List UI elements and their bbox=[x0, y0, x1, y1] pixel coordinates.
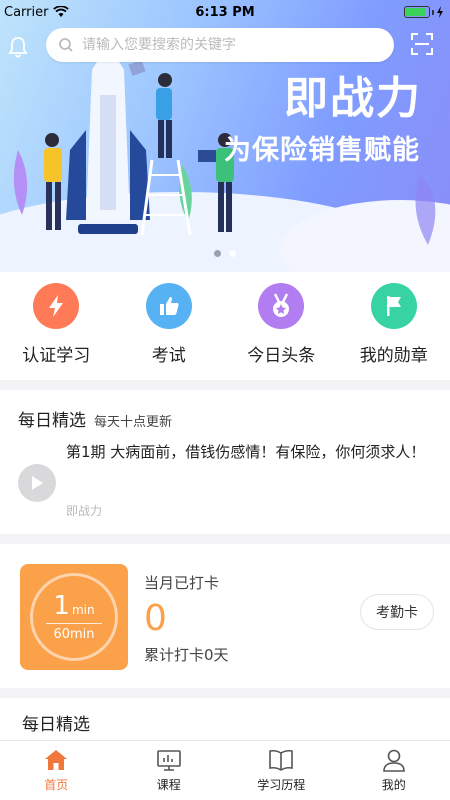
quick-entry-label: 考试 bbox=[151, 346, 186, 366]
ring-top: 1 min bbox=[53, 593, 94, 619]
flag-icon bbox=[386, 296, 401, 316]
top-bar bbox=[0, 26, 450, 66]
banner-pager[interactable] bbox=[0, 250, 450, 257]
user-icon bbox=[382, 749, 405, 772]
carrier-label: Carrier bbox=[4, 4, 49, 20]
quick-entry-label: 认证学习 bbox=[22, 346, 91, 366]
monitor-icon bbox=[156, 750, 181, 771]
wifi-icon bbox=[53, 6, 70, 17]
quick-entry-label: 我的勋章 bbox=[359, 346, 428, 366]
article-title[interactable]: 第1期 大病面前，借钱伤感情！有保险，你何须求人！ bbox=[66, 436, 430, 469]
quick-entry-label: 今日头条 bbox=[247, 346, 316, 366]
section-divider bbox=[0, 688, 450, 698]
search-bar[interactable] bbox=[46, 28, 394, 62]
total-checkin-label: 累计打卡0天 bbox=[144, 646, 229, 664]
book-icon bbox=[269, 749, 294, 771]
daily-title: 每日精选 bbox=[18, 411, 86, 431]
scan-icon[interactable] bbox=[410, 32, 434, 56]
quick-icon-bg bbox=[145, 283, 192, 329]
search-input[interactable] bbox=[82, 37, 372, 53]
tab-bar: 首页 课程 学习历程 我的 bbox=[0, 740, 450, 800]
daily-header: 每日精选 每天十点更新 bbox=[18, 406, 172, 431]
search-icon bbox=[59, 38, 73, 52]
month-checkin-count: 0 bbox=[144, 598, 167, 639]
banner-subtitle: 为保险销售赋能 bbox=[224, 135, 420, 166]
battery-icon bbox=[404, 6, 444, 18]
section-divider bbox=[0, 380, 450, 390]
battery-fill bbox=[406, 8, 426, 16]
tab-label: 课程 bbox=[156, 778, 181, 792]
battery-body bbox=[404, 6, 430, 18]
thumbs-up-icon bbox=[159, 297, 179, 315]
home-icon bbox=[45, 750, 68, 770]
quick-icon-bg bbox=[258, 283, 305, 329]
ring-divider bbox=[46, 622, 102, 624]
article-source: 即战力 bbox=[66, 504, 103, 518]
tab-home[interactable]: 首页 bbox=[11, 741, 101, 800]
banner-dot[interactable] bbox=[214, 250, 221, 257]
study-time-card: 1 min 60min bbox=[20, 564, 128, 670]
tab-label: 首页 bbox=[44, 778, 69, 792]
tab-label: 我的 bbox=[381, 778, 406, 792]
tab-label: 学习历程 bbox=[257, 778, 306, 792]
checkin-section: 1 min 60min 当月已打卡 0 累计打卡0天 考勤卡 bbox=[0, 546, 450, 686]
medal-icon bbox=[273, 293, 290, 317]
quick-entry-headlines[interactable]: 今日头条 bbox=[225, 278, 337, 378]
bell-icon[interactable] bbox=[8, 36, 28, 58]
charging-icon bbox=[437, 6, 443, 18]
play-button[interactable] bbox=[18, 464, 56, 502]
study-time-ring: 1 min 60min bbox=[30, 573, 118, 661]
banner-title: 即战力 bbox=[284, 73, 422, 124]
month-checkin-label: 当月已打卡 bbox=[144, 574, 220, 592]
quick-entry-medals[interactable]: 我的勋章 bbox=[338, 278, 450, 378]
quick-icon-bg bbox=[370, 283, 417, 329]
lightning-icon bbox=[49, 295, 64, 317]
tab-learning-history[interactable]: 学习历程 bbox=[236, 741, 326, 800]
app-screen: 即战力 为保险销售赋能 Carrier 6:13 PM 请输入您要搜索的关键字 … bbox=[0, 0, 450, 800]
daily-subtitle: 每天十点更新 bbox=[94, 415, 173, 430]
play-icon bbox=[32, 476, 43, 490]
quick-entry-certification[interactable]: 认证学习 bbox=[0, 278, 112, 378]
daily-picks-section: 每日精选 每天十点更新 第1期 大病面前，借钱伤感情！有保险，你何须求人！ 即战… bbox=[0, 392, 450, 532]
tab-courses[interactable]: 课程 bbox=[124, 741, 214, 800]
tab-profile[interactable]: 我的 bbox=[349, 741, 439, 800]
quick-entry-grid: 认证学习 考试 今日头条 我的勋章 bbox=[0, 278, 450, 378]
section-divider bbox=[0, 534, 450, 544]
attendance-card-button[interactable]: 考勤卡 bbox=[360, 594, 434, 630]
status-bar: Carrier 6:13 PM bbox=[0, 0, 450, 24]
study-target: 60min bbox=[53, 626, 95, 642]
status-left: Carrier bbox=[4, 4, 70, 20]
battery-tip bbox=[432, 9, 434, 15]
study-minutes-unit: min bbox=[71, 602, 95, 617]
quick-entry-exam[interactable]: 考试 bbox=[113, 278, 225, 378]
quick-icon-bg bbox=[33, 283, 80, 329]
banner-dot[interactable] bbox=[229, 250, 236, 257]
daily-picks-title: 每日精选 bbox=[22, 715, 90, 735]
study-minutes: 1 bbox=[53, 590, 70, 621]
